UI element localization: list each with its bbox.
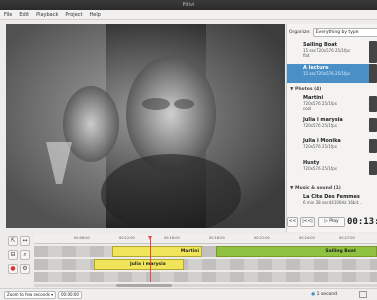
- ruler-tick: 00:18:00: [164, 236, 180, 240]
- clip-sailing-boat[interactable]: Sailing Boat 15 sec720x576 25/1fps flat: [287, 41, 370, 59]
- clip-meta: 720x576 25/1fps: [303, 123, 337, 128]
- clip-extra: flat: [303, 53, 310, 58]
- zoom-dropdown[interactable]: Zoom to few seconds ▾: [4, 291, 57, 299]
- video-frame: [6, 24, 285, 228]
- play-button[interactable]: ▷ Play: [318, 217, 345, 227]
- ruler-tick: 00:12:00: [119, 236, 135, 240]
- video-track-3: [34, 272, 377, 282]
- ruler-tick: 00:21:00: [254, 236, 270, 240]
- clip-meta: 720x576 25/1fps: [303, 166, 337, 171]
- organize-row: Organize: Everything by type: [289, 27, 377, 37]
- ruler-tick: 00:24:00: [299, 236, 315, 240]
- clip-meta: 720x576 25/1fps: [303, 144, 337, 149]
- group-music[interactable]: ▼ Music & sound (1): [290, 186, 341, 191]
- menu-edit[interactable]: Edit: [19, 12, 29, 18]
- clip-label: Martini: [180, 249, 199, 254]
- ripple-tool-icon[interactable]: ↔: [20, 236, 30, 246]
- clip-label: Julia i marysia: [130, 262, 166, 267]
- chevron-down-icon: ▾: [49, 292, 54, 297]
- timeline-clip-martini[interactable]: Martini: [112, 246, 202, 257]
- thumbnail: [369, 96, 377, 112]
- clip-husty[interactable]: Husty 720x576 25/1fps: [287, 159, 370, 172]
- timeline-clip-julia[interactable]: Julia i marysia: [94, 259, 184, 270]
- status-bar: Zoom to few seconds ▾ 00:00:00 ● 1 secon…: [0, 288, 377, 300]
- thumbnail: [369, 64, 377, 83]
- clip-julia-i-monika[interactable]: Julia i Monika 720x576 25/1fps: [287, 137, 370, 150]
- clip-extra: cool: [303, 106, 312, 111]
- pitivi-window: Pitivi File Edit Playback Project Help O…: [0, 0, 377, 300]
- clip-julia-i-marysia[interactable]: Julia i marysia 720x576 25/1fps: [287, 116, 370, 129]
- menu-help[interactable]: Help: [89, 12, 100, 18]
- pointer-tool-icon[interactable]: ⇱: [8, 236, 18, 246]
- zoom-time-field[interactable]: 00:00:00: [58, 291, 82, 299]
- thumbnail: [369, 41, 377, 63]
- clip-a-lecture[interactable]: A lecture 15 sec720x576 25/1fps: [287, 64, 370, 83]
- layout-icon[interactable]: [359, 291, 367, 298]
- clip-label: Sailing Boat: [325, 249, 356, 254]
- zoom-status-label: 1 second: [316, 292, 337, 297]
- timeline-tools: ⇱ ↔ ⊟ ⌕ ● ⚙: [6, 234, 34, 280]
- split-icon[interactable]: ⊟: [8, 250, 18, 260]
- thumbnail: [369, 161, 377, 175]
- record-icon[interactable]: ●: [8, 264, 18, 274]
- group-photos[interactable]: ▼ Photos (4): [290, 87, 321, 92]
- thumbnail: [369, 118, 377, 132]
- play-label: Play: [329, 219, 339, 224]
- video-viewer: [6, 24, 285, 228]
- menu-bar: File Edit Playback Project Help: [0, 10, 377, 20]
- clip-la-cite-des-femmes[interactable]: La Cite Des Femmes 6 min 38 sec44100Hz 1…: [287, 193, 370, 206]
- group-music-label: Music & sound (1): [295, 186, 341, 191]
- video-track-2: Julia i marysia: [34, 259, 377, 270]
- zoom-status: ● 1 second: [311, 292, 337, 297]
- step-button[interactable]: |<<|: [300, 217, 315, 227]
- organize-label: Organize:: [289, 29, 311, 35]
- group-photos-label: Photos (4): [295, 87, 322, 92]
- timeline-scrollbar[interactable]: [34, 284, 377, 287]
- clip-meta: 6 min 38 sec44100Hz 16bit...: [303, 200, 362, 205]
- thumbnail: [369, 139, 377, 153]
- menu-project[interactable]: Project: [65, 12, 82, 18]
- clip-martini[interactable]: Martini 720x576 25/1fps cool: [287, 94, 370, 112]
- ruler-tick: 00:06:00: [74, 236, 90, 240]
- organize-dropdown[interactable]: Everything by type: [312, 27, 377, 37]
- window-title: Pitivi: [182, 2, 195, 8]
- rewind-button[interactable]: <<: [287, 217, 298, 227]
- video-track-1: Martini Sailing Boat: [34, 246, 377, 257]
- settings-icon[interactable]: ⚙: [20, 264, 30, 274]
- zoom-icon[interactable]: ⌕: [20, 250, 30, 260]
- titlebar: Pitivi: [0, 0, 377, 10]
- ruler-tick: 00:18:00: [209, 236, 225, 240]
- playhead[interactable]: [148, 236, 152, 282]
- clip-meta: 15 sec720x576 25/1fps: [303, 71, 351, 76]
- menu-playback[interactable]: Playback: [36, 12, 58, 18]
- menu-file[interactable]: File: [4, 12, 12, 18]
- timeline-ruler[interactable]: 00:06:00 00:12:00 00:18:00 00:18:00 00:2…: [34, 234, 377, 244]
- timecode-display: 00:13:: [347, 217, 377, 227]
- media-library: Organize: Everything by type Sailing Boa…: [286, 24, 377, 232]
- zoom-label: Zoom to few seconds: [7, 292, 50, 297]
- ruler-tick: 00:27:00: [339, 236, 355, 240]
- timeline-clip-sailing-boat[interactable]: Sailing Boat: [216, 246, 377, 257]
